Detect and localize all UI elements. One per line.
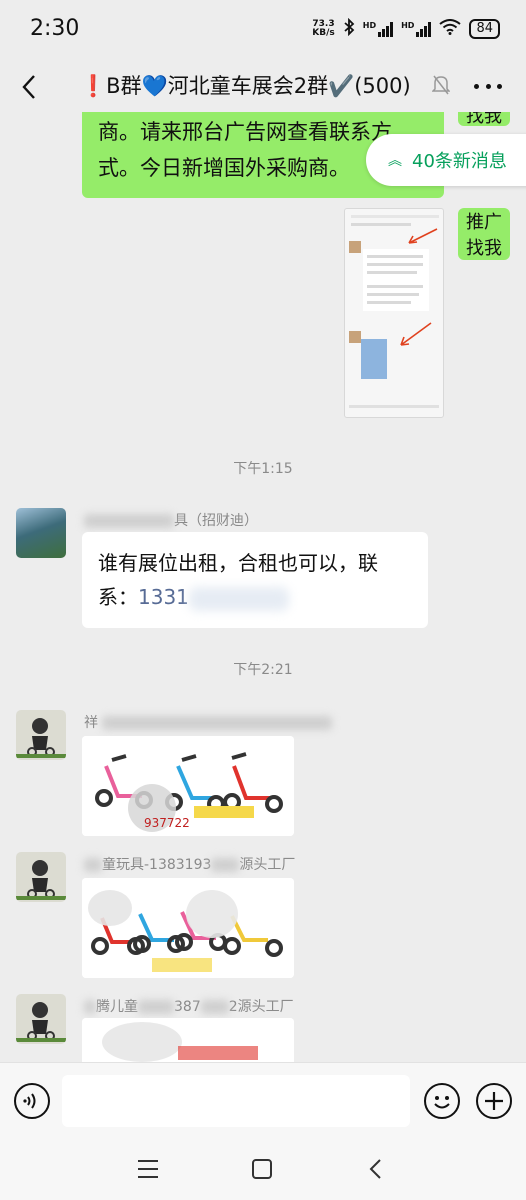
home-icon[interactable] bbox=[252, 1159, 272, 1179]
avatar-2[interactable] bbox=[16, 710, 66, 760]
back-arrow-icon[interactable] bbox=[18, 70, 42, 104]
battery-icon: 84 bbox=[469, 19, 500, 39]
bluetooth-icon bbox=[343, 17, 355, 40]
plus-icon[interactable] bbox=[476, 1083, 512, 1119]
screenshot-image-message[interactable] bbox=[344, 208, 444, 418]
double-chevron-up-icon: ︽ bbox=[388, 153, 402, 169]
incoming-message-bubble[interactable]: 谁有展位出租，合租也可以，联系：1331 bbox=[82, 532, 428, 628]
message-input[interactable] bbox=[62, 1075, 410, 1127]
voice-input-icon[interactable] bbox=[14, 1083, 50, 1119]
mute-bell-icon bbox=[431, 74, 451, 96]
chat-header: ❗B群💙河北童车展会2群✔️(500) bbox=[0, 62, 526, 112]
new-messages-button[interactable]: ︽ 40条新消息 bbox=[366, 134, 526, 186]
sender-name-5: 腾儿童 387 2源头工厂 bbox=[84, 996, 294, 1016]
product-image-message-2[interactable] bbox=[82, 878, 294, 978]
status-bar: 2:30 73.3 KB/s HD HD 84 bbox=[0, 0, 526, 62]
avatar-4[interactable] bbox=[16, 994, 66, 1044]
system-nav-bar bbox=[0, 1140, 526, 1200]
avatar[interactable] bbox=[16, 508, 66, 558]
avatar-3[interactable] bbox=[16, 852, 66, 902]
signal-icon: HD bbox=[363, 21, 394, 37]
phone-link[interactable]: 1331 bbox=[138, 585, 189, 609]
chat-messages[interactable]: 商。请来邢台广告网查看联系方式。今日新增国外采购商。 找我 ︽ 40条新消息 推… bbox=[0, 112, 526, 1062]
clock: 2:30 bbox=[30, 16, 80, 41]
product-image-message-3[interactable] bbox=[82, 1018, 294, 1062]
network-speed: 73.3 KB/s bbox=[312, 19, 335, 38]
input-bar bbox=[0, 1062, 526, 1140]
sender-name-4: 童玩具-1383193 源头工厂 bbox=[84, 854, 295, 874]
timestamp: 下午1:15 bbox=[233, 461, 293, 477]
sender-name: 具（招财迪） bbox=[84, 510, 258, 530]
sender-name-3: 祥 bbox=[84, 712, 332, 732]
emoji-icon[interactable] bbox=[424, 1083, 460, 1119]
product-image-message[interactable]: 937722 bbox=[82, 736, 294, 836]
timestamp-2: 下午2:21 bbox=[233, 662, 293, 678]
recent-apps-icon[interactable] bbox=[138, 1160, 158, 1178]
signal-icon-2: HD bbox=[401, 21, 432, 37]
wifi-icon bbox=[439, 19, 462, 39]
status-icons: 73.3 KB/s HD HD 84 bbox=[312, 17, 500, 40]
more-options-icon[interactable] bbox=[474, 72, 502, 100]
promo-tag-2: 推广找我 bbox=[458, 208, 510, 260]
nav-back-icon[interactable] bbox=[366, 1156, 386, 1182]
chat-title[interactable]: ❗B群💙河北童车展会2群✔️(500) bbox=[80, 70, 411, 100]
promo-tag: 找我 bbox=[458, 112, 510, 126]
